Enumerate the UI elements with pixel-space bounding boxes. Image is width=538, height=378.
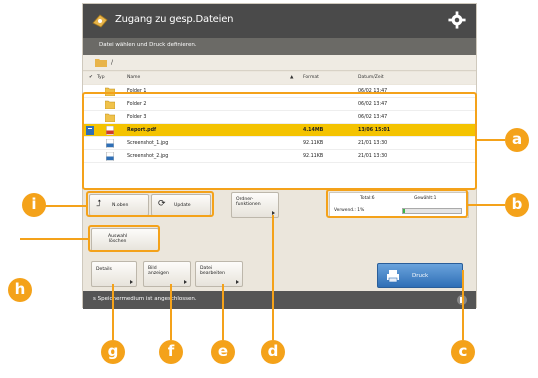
column-name[interactable]: Name xyxy=(127,75,140,80)
sort-up-icon: ▲ xyxy=(290,75,294,80)
callout-a: a xyxy=(505,128,529,152)
storage-access-icon xyxy=(92,14,108,28)
edit-file-button[interactable]: Datei bearbeiten xyxy=(195,261,243,287)
callout-c: c xyxy=(451,340,475,364)
callout-line-b xyxy=(468,204,505,206)
path-bar: / xyxy=(83,55,476,71)
column-header: ✔ Typ Name ▲ Format Datum/Zeit xyxy=(83,72,476,84)
callout-e: e xyxy=(211,340,235,364)
navigation-highlight xyxy=(86,191,214,217)
current-path: / xyxy=(111,59,114,66)
callout-line-a xyxy=(477,139,505,141)
callout-g: g xyxy=(101,340,125,364)
chevron-right-icon xyxy=(236,280,239,284)
image-preview-button[interactable]: Bild anzeigen xyxy=(143,261,191,287)
callout-d: d xyxy=(261,340,285,364)
column-type[interactable]: Typ xyxy=(97,75,105,80)
footer-message: s Speichermedium ist angeschlossen. xyxy=(93,296,197,302)
callout-line-c xyxy=(462,270,464,340)
callout-f: f xyxy=(159,340,183,364)
callout-line-f xyxy=(170,284,172,340)
callout-line-h xyxy=(20,238,88,240)
details-button[interactable]: Details xyxy=(91,261,137,287)
clear-selection-highlight xyxy=(88,225,160,252)
title-bar: Zugang zu gesp.Dateien xyxy=(83,4,476,38)
callout-b: b xyxy=(505,193,529,217)
column-date[interactable]: Datum/Zeit xyxy=(358,75,384,80)
instruction-text: Datei wählen und Druck definieren. xyxy=(99,42,197,48)
gear-icon[interactable] xyxy=(448,11,466,29)
print-button[interactable]: Druck xyxy=(377,263,463,288)
page-title: Zugang zu gesp.Dateien xyxy=(115,14,234,25)
callout-line-d xyxy=(272,215,274,340)
status-highlight xyxy=(326,189,468,218)
printer-icon xyxy=(387,270,399,283)
callout-line-e xyxy=(222,284,224,340)
file-list-highlight xyxy=(82,92,477,190)
column-format[interactable]: Format xyxy=(303,75,319,80)
folder-icon xyxy=(95,59,107,67)
callout-i: i xyxy=(22,193,46,217)
callout-line-g xyxy=(112,284,114,340)
chevron-right-icon xyxy=(184,280,187,284)
chevron-right-icon xyxy=(130,280,133,284)
check-all-icon[interactable]: ✔ xyxy=(89,75,93,80)
status-footer: s Speichermedium ist angeschlossen. xyxy=(83,291,476,309)
callout-h: h xyxy=(8,278,32,302)
instruction-bar: Datei wählen und Druck definieren. xyxy=(83,38,476,55)
